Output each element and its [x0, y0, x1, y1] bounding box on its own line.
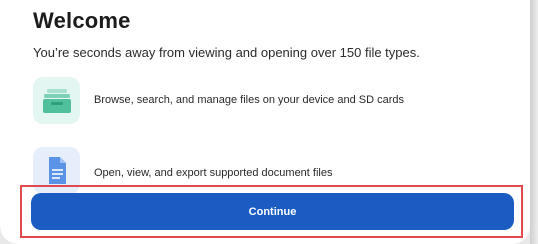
window-edge	[530, 0, 538, 244]
feature-item-browse: Browse, search, and manage files on your…	[33, 77, 493, 125]
page-title: Welcome	[33, 8, 131, 33]
feature-label: Open, view, and export supported documen…	[94, 167, 333, 179]
feature-label: Browse, search, and manage files on your…	[94, 94, 404, 106]
page-subtitle: You’re seconds away from viewing and ope…	[33, 45, 420, 60]
folder-stack-icon	[33, 77, 80, 124]
continue-button[interactable]: Continue	[31, 193, 514, 230]
